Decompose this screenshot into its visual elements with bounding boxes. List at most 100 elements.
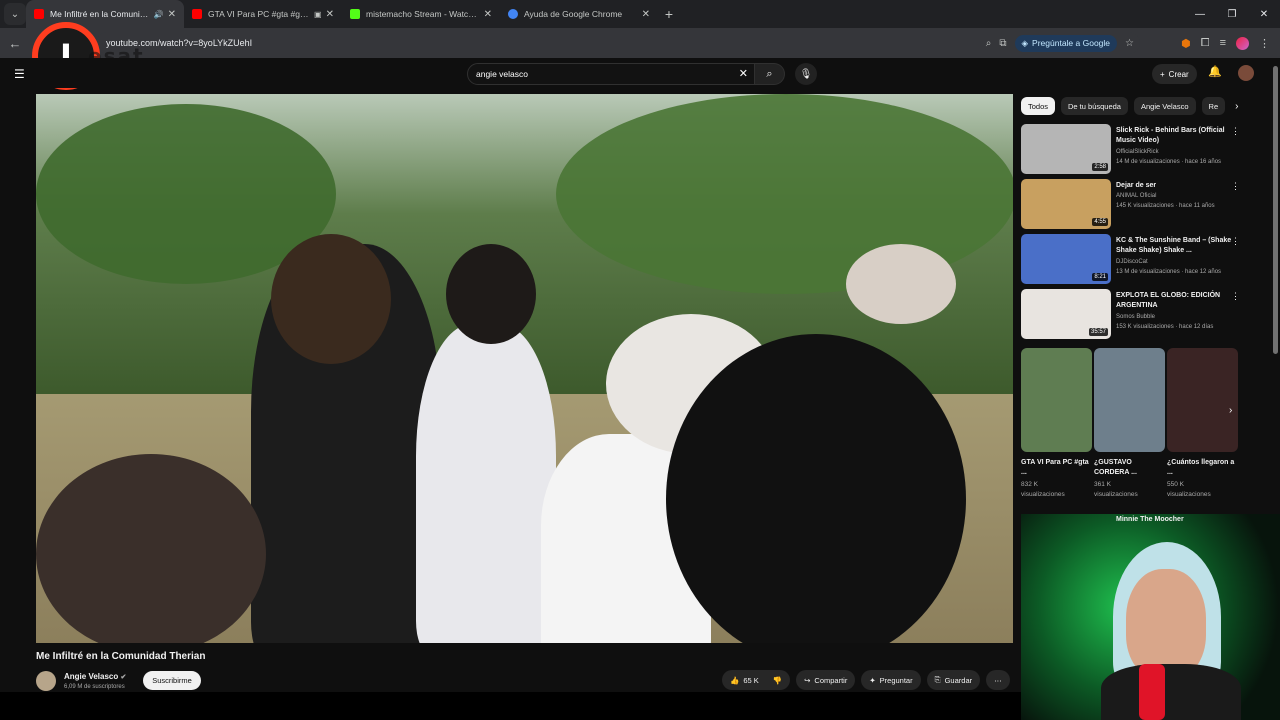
recommendation-meta: 145 K visualizaciones · hace 11 años	[1116, 203, 1215, 209]
recommendation-title[interactable]: Dejar de ser	[1116, 181, 1240, 191]
zoom-icon[interactable]: ⌕	[986, 38, 992, 49]
recommendation-item[interactable]: 35:57 EXPLOTA EL GLOBO: EDICIÓN ARGENTIN…	[1021, 289, 1261, 339]
video-thumbnail[interactable]: 2:58	[1021, 124, 1111, 174]
subscribe-button[interactable]: Suscribirme	[143, 671, 201, 690]
recommendation-item[interactable]: 2:58 Slick Rick - Behind Bars (Official …	[1021, 124, 1261, 174]
shorts-shelf: GTA VI Para PC #gta ... 832 K visualizac…	[1021, 348, 1238, 500]
close-window-icon[interactable]: ✕	[1248, 0, 1280, 28]
more-actions-button[interactable]: ⋯	[986, 670, 1010, 690]
browser-tab-4[interactable]: Ayuda de Google Chrome ✕	[500, 0, 658, 28]
chip-related[interactable]: Re	[1201, 97, 1226, 115]
save-button[interactable]: ⎘ Guardar	[926, 670, 981, 690]
recommendation-item[interactable]: 8:21 KC & The Sunshine Band – (Shake Sha…	[1021, 234, 1261, 284]
browser-tab-1[interactable]: Me Infiltré en la Comunidad 🔊 ✕	[26, 0, 184, 28]
chip-from-search[interactable]: De tu búsqueda	[1061, 97, 1128, 115]
chevron-right-icon[interactable]: ›	[1235, 101, 1238, 112]
kebab-menu-icon[interactable]: ⋮	[1231, 181, 1240, 192]
create-button[interactable]: + Crear	[1152, 64, 1197, 84]
duration-badge: 4:55	[1092, 218, 1108, 226]
short-item[interactable]: ¿Cuántos llegaron a ... 550 K visualizac…	[1167, 348, 1238, 500]
browser-tab-2[interactable]: GTA VI Para PC #gta #grand ▣ ✕	[184, 0, 342, 28]
short-views-label: visualizaciones	[1021, 491, 1065, 498]
short-title[interactable]: ¿GUSTAVO CORDERA ...	[1094, 458, 1165, 478]
recommendation-channel[interactable]: Somos Bubble	[1116, 314, 1155, 320]
short-thumbnail[interactable]	[1094, 348, 1165, 452]
recommendation-channel[interactable]: DJDiscoCat	[1116, 259, 1148, 265]
search-query[interactable]: angie velasco	[476, 69, 528, 79]
close-tab-icon[interactable]: ✕	[326, 9, 334, 20]
video-thumbnail[interactable]: 4:55	[1021, 179, 1111, 229]
close-tab-icon[interactable]: ✕	[484, 9, 492, 20]
notifications-bell-icon[interactable]: 🔔	[1208, 65, 1222, 78]
chevron-right-icon[interactable]: ›	[1229, 405, 1232, 416]
tab-title: Ayuda de Google Chrome	[524, 9, 623, 19]
short-item[interactable]: ¿GUSTAVO CORDERA ... 361 K visualizacion…	[1094, 348, 1165, 500]
ask-button[interactable]: ✦ Preguntar	[861, 670, 921, 690]
back-arrow-icon[interactable]: ←	[0, 36, 30, 51]
close-tab-icon[interactable]: ✕	[168, 9, 176, 20]
recommendation-title[interactable]: EXPLOTA EL GLOBO: EDICIÓN ARGENTINA	[1116, 291, 1240, 311]
duration-badge: 35:57	[1088, 328, 1108, 336]
minimize-icon[interactable]: —	[1184, 0, 1216, 28]
kebab-menu-icon[interactable]: ⋮	[1231, 291, 1240, 302]
address-bar-actions: ⌕ ⧉ ◈ Pregúntale a Google ☆	[986, 32, 1140, 54]
video-frame-head	[271, 234, 391, 364]
profile-avatar[interactable]	[1236, 36, 1249, 50]
browser-tab-3[interactable]: mistemacho Stream - Watch Li ✕	[342, 0, 500, 28]
ask-google-button[interactable]: ◈ Pregúntale a Google	[1014, 34, 1118, 52]
video-thumbnail[interactable]: 35:57	[1021, 289, 1111, 339]
search-button[interactable]: ⌕	[755, 63, 785, 85]
tab-search-button[interactable]: ⌄	[4, 3, 26, 25]
lens-icon: ◈	[1021, 37, 1029, 48]
restore-icon[interactable]: ❐	[1216, 0, 1248, 28]
bookmark-star-icon[interactable]: ☆	[1125, 38, 1134, 49]
extension-icon[interactable]: ⬢	[1181, 37, 1191, 50]
channel-avatar[interactable]	[36, 671, 56, 691]
video-frame-mask	[36, 454, 266, 643]
hamburger-menu-icon[interactable]: ☰	[14, 67, 25, 81]
page-scrollbar[interactable]	[1273, 66, 1278, 354]
recommendation-channel[interactable]: OfficialSlickRick	[1116, 149, 1159, 155]
chip-channel[interactable]: Angie Velasco	[1133, 97, 1196, 115]
address-bar[interactable]: youtube.com/watch?v=8yoLYkZUehI ⌕ ⧉ ◈ Pre…	[96, 32, 1140, 54]
channel-name[interactable]: Angie Velasco ✔	[64, 672, 126, 681]
video-thumbnail[interactable]: 8:21	[1021, 234, 1111, 284]
recommendation-channel[interactable]: ANIMAL Oficial	[1116, 193, 1156, 199]
kick-favicon-icon	[350, 9, 360, 19]
search-input[interactable]: angie velasco ✕	[467, 63, 755, 85]
recommendation-title[interactable]: KC & The Sunshine Band – (Shake Shake Sh…	[1116, 236, 1240, 256]
short-title[interactable]: GTA VI Para PC #gta ...	[1021, 458, 1092, 478]
recommendation-title[interactable]: Slick Rick - Behind Bars (Official Music…	[1116, 126, 1240, 146]
short-thumbnail[interactable]	[1167, 348, 1238, 452]
reading-list-icon[interactable]: ≡	[1220, 37, 1226, 49]
short-title[interactable]: ¿Cuántos llegaron a ...	[1167, 458, 1238, 478]
short-thumbnail[interactable]	[1021, 348, 1092, 452]
kebab-menu-icon[interactable]: ⋮	[1231, 236, 1240, 247]
video-player[interactable]	[36, 94, 1013, 643]
more-horizontal-icon: ⋯	[994, 675, 1002, 685]
close-tab-icon[interactable]: ✕	[642, 9, 650, 20]
short-views: 361 K	[1094, 481, 1111, 488]
partial-recommendation-title: Minnie The Moocher	[1116, 516, 1184, 523]
filter-chips: Todos De tu búsqueda Angie Velasco Re ›	[1021, 97, 1238, 115]
dislike-icon[interactable]: 👎	[773, 676, 782, 685]
speaker-icon[interactable]: 🔊	[154, 10, 164, 19]
account-avatar[interactable]	[1238, 65, 1254, 81]
kebab-menu-icon[interactable]: ⋮	[1231, 126, 1240, 137]
clear-search-icon[interactable]: ✕	[739, 67, 748, 80]
install-app-icon[interactable]: ⧉	[999, 38, 1006, 49]
thumbs-up-icon: 👍	[730, 675, 740, 685]
save-label: Guardar	[944, 675, 973, 685]
share-button[interactable]: ↪ Compartir	[796, 670, 856, 690]
voice-search-button[interactable]: 🎙	[795, 63, 817, 85]
kebab-menu-icon[interactable]: ⋮	[1259, 37, 1270, 50]
new-tab-button[interactable]: +	[658, 6, 680, 22]
chip-all[interactable]: Todos	[1021, 97, 1056, 115]
browser-tab-strip: ⌄ Me Infiltré en la Comunidad 🔊 ✕ GTA VI…	[0, 0, 1280, 28]
like-button[interactable]: 👍 65 K 👎	[722, 670, 791, 690]
cast-icon: ▣	[314, 9, 322, 19]
recommendation-item[interactable]: 4:55 Dejar de ser ANIMAL Oficial 145 K v…	[1021, 179, 1261, 229]
short-item[interactable]: GTA VI Para PC #gta ... 832 K visualizac…	[1021, 348, 1092, 500]
extensions-puzzle-icon[interactable]: ⧠	[1201, 37, 1210, 50]
youtube-header: ☰ angie velasco ✕ ⌕ 🎙 + Crear 🔔	[0, 58, 1280, 88]
